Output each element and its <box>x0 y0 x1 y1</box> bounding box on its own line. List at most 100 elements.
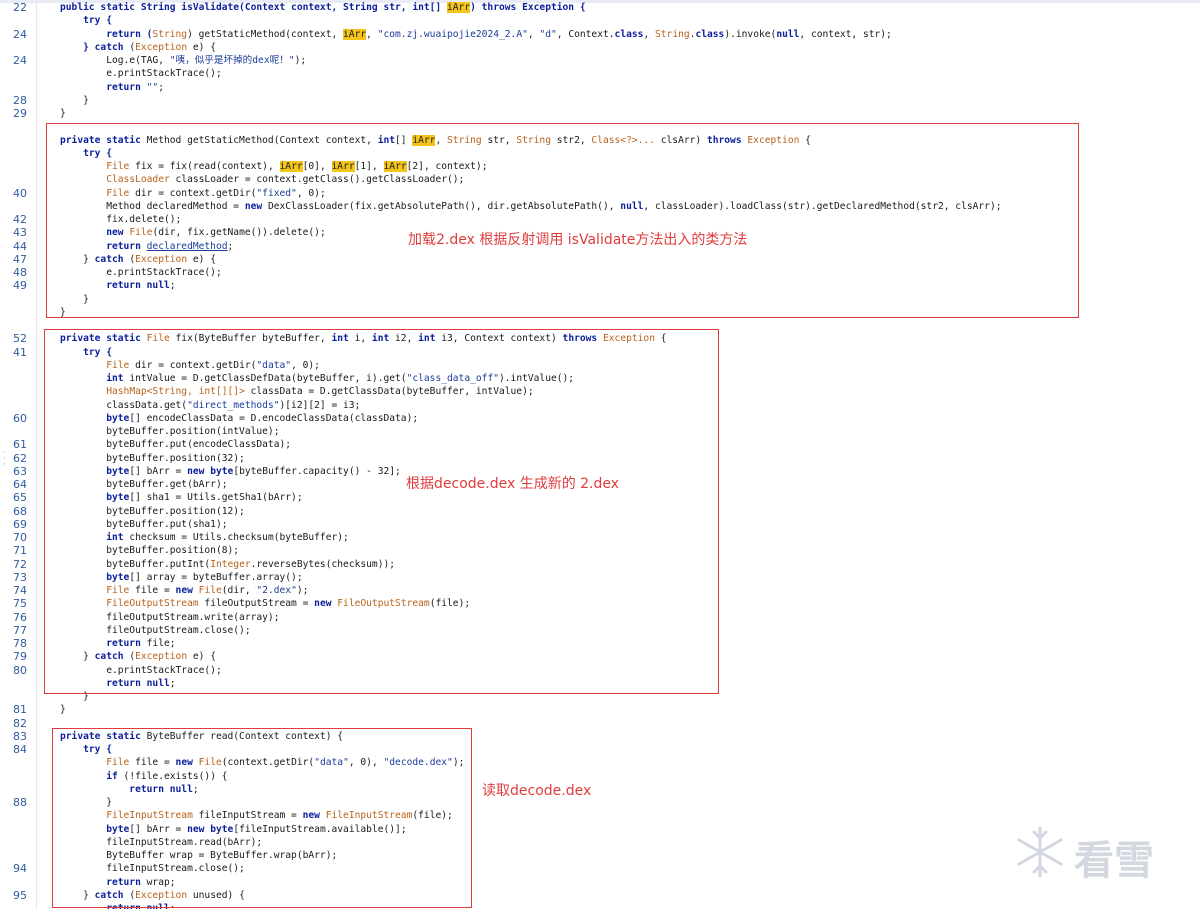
code-line[interactable]: return ""; <box>0 81 1200 94</box>
line-number: 52 <box>13 332 27 346</box>
code-line[interactable]: 81} <box>0 703 1200 716</box>
highlighted-token: iArr <box>343 28 367 40</box>
code-token: return <box>60 81 147 93</box>
line-number: 62 <box>13 451 27 465</box>
code-token: class <box>695 28 725 40</box>
code-text: Log.e(TAG, "咦，似乎是坏掉的dex呢！"); <box>60 54 306 67</box>
code-line[interactable]: 24 Log.e(TAG, "咦，似乎是坏掉的dex呢！"); <box>0 54 1200 67</box>
code-token: , <box>643 28 655 40</box>
line-number: 41 <box>13 345 27 359</box>
line-number: 28 <box>13 93 27 107</box>
line-number: 94 <box>13 862 27 876</box>
code-token: e.printStackTrace(); <box>60 68 222 80</box>
code-line[interactable]: e.printStackTrace(); <box>0 67 1200 80</box>
code-text: public static String isValidate(Context … <box>60 1 586 14</box>
highlighted-token: iArr <box>447 2 471 13</box>
line-number: 65 <box>13 491 27 505</box>
line-number: 24 <box>13 54 27 67</box>
line-number: 44 <box>13 239 27 253</box>
code-token: null <box>776 28 800 40</box>
code-token: "com.zj.wuaipojie2024_2.A" <box>377 28 528 40</box>
line-number: 72 <box>13 557 27 571</box>
code-text: } catch (Exception e) { <box>60 41 216 54</box>
code-token: String <box>152 28 188 40</box>
line-number: 40 <box>13 186 27 200</box>
watermark-logo: 看雪 <box>1010 822 1190 884</box>
code-text: } <box>60 703 66 716</box>
line-number: 61 <box>13 438 27 452</box>
line-number: 68 <box>13 504 27 518</box>
code-token: Exception <box>135 41 188 53</box>
code-token: ) getStaticMethod(context, <box>187 28 344 40</box>
code-token: , context, str); <box>799 28 892 40</box>
resize-handle-icon[interactable]: · · · <box>3 449 6 470</box>
line-number: 71 <box>13 544 27 558</box>
code-token: } <box>60 704 66 716</box>
line-number: 75 <box>13 597 27 611</box>
line-number: 64 <box>13 478 27 491</box>
line-number: 47 <box>13 252 27 266</box>
line-number: 42 <box>13 213 27 226</box>
code-token: , <box>527 28 540 40</box>
line-number: 24 <box>13 27 27 41</box>
code-token: ).invoke( <box>724 28 777 40</box>
code-text: } <box>60 107 66 120</box>
code-token: ) throws Exception { <box>470 2 586 13</box>
code-token: , <box>366 28 378 40</box>
line-number: 69 <box>13 517 27 531</box>
line-number: 73 <box>13 570 27 584</box>
annotation-generate-dex: 根据decode.dex 生成新的 2.dex <box>406 476 620 492</box>
code-text: try { <box>60 14 112 27</box>
code-token: ( <box>123 41 136 53</box>
line-number: 70 <box>13 531 27 544</box>
code-line[interactable]: 29} <box>0 107 1200 120</box>
line-number: 84 <box>13 743 27 756</box>
code-line[interactable]: } catch (Exception e) { <box>0 41 1200 54</box>
code-token: ); <box>294 55 307 66</box>
line-number: 22 <box>13 1 27 14</box>
annotation-box-get-static-method <box>46 123 1079 318</box>
code-line[interactable]: try { <box>0 14 1200 27</box>
code-text: e.printStackTrace(); <box>60 67 222 80</box>
code-editor[interactable]: 22 public static String isValidate(Contex… <box>0 0 1200 909</box>
code-line[interactable]: 24 return (String) getStaticMethod(conte… <box>0 28 1200 41</box>
code-text: return (String) getStaticMethod(context,… <box>60 28 892 41</box>
code-line[interactable]: 28 } <box>0 94 1200 107</box>
code-token: } <box>60 41 95 53</box>
annotation-box-read-method <box>52 728 472 908</box>
line-number: 82 <box>13 716 27 730</box>
line-number: 29 <box>13 107 27 120</box>
line-number: 80 <box>13 663 27 677</box>
line-number: 76 <box>13 610 27 624</box>
code-text: return ""; <box>60 81 164 94</box>
line-number: 77 <box>13 623 27 637</box>
code-token: class <box>614 28 644 40</box>
line-number: 79 <box>13 650 27 664</box>
line-number: 81 <box>13 703 27 717</box>
line-number: 60 <box>13 411 27 425</box>
code-line[interactable]: 22 public static String isValidate(Contex… <box>0 1 1200 14</box>
code-text: } <box>60 94 89 107</box>
code-token: "咦，似乎是坏掉的dex呢！" <box>169 55 295 66</box>
code-token: "d" <box>539 28 557 40</box>
code-token: return ( <box>60 28 153 40</box>
code-token: } <box>60 94 89 106</box>
annotation-box-fix-method <box>44 329 719 694</box>
annotation-load-method: 加载2.dex 根据反射调用 isValidate方法出入的类方法 <box>408 232 748 248</box>
code-token: Log.e(TAG, <box>60 55 170 66</box>
code-token: } <box>60 108 66 119</box>
line-number: 88 <box>13 796 27 809</box>
code-token: "" <box>146 81 159 93</box>
line-number: 48 <box>13 266 27 279</box>
code-token: public static String isValidate(Context … <box>60 2 447 13</box>
code-token: ; <box>158 81 164 93</box>
line-number: 43 <box>13 226 27 240</box>
line-number: 83 <box>13 729 27 743</box>
code-token: try { <box>60 15 112 27</box>
watermark-text: 看雪 <box>1074 838 1154 884</box>
code-token: , Context. <box>556 28 615 40</box>
annotation-read-dex: 读取decode.dex <box>482 783 592 799</box>
code-token: e) { <box>187 41 216 53</box>
line-number: 78 <box>13 637 27 650</box>
line-number: 49 <box>13 279 27 293</box>
